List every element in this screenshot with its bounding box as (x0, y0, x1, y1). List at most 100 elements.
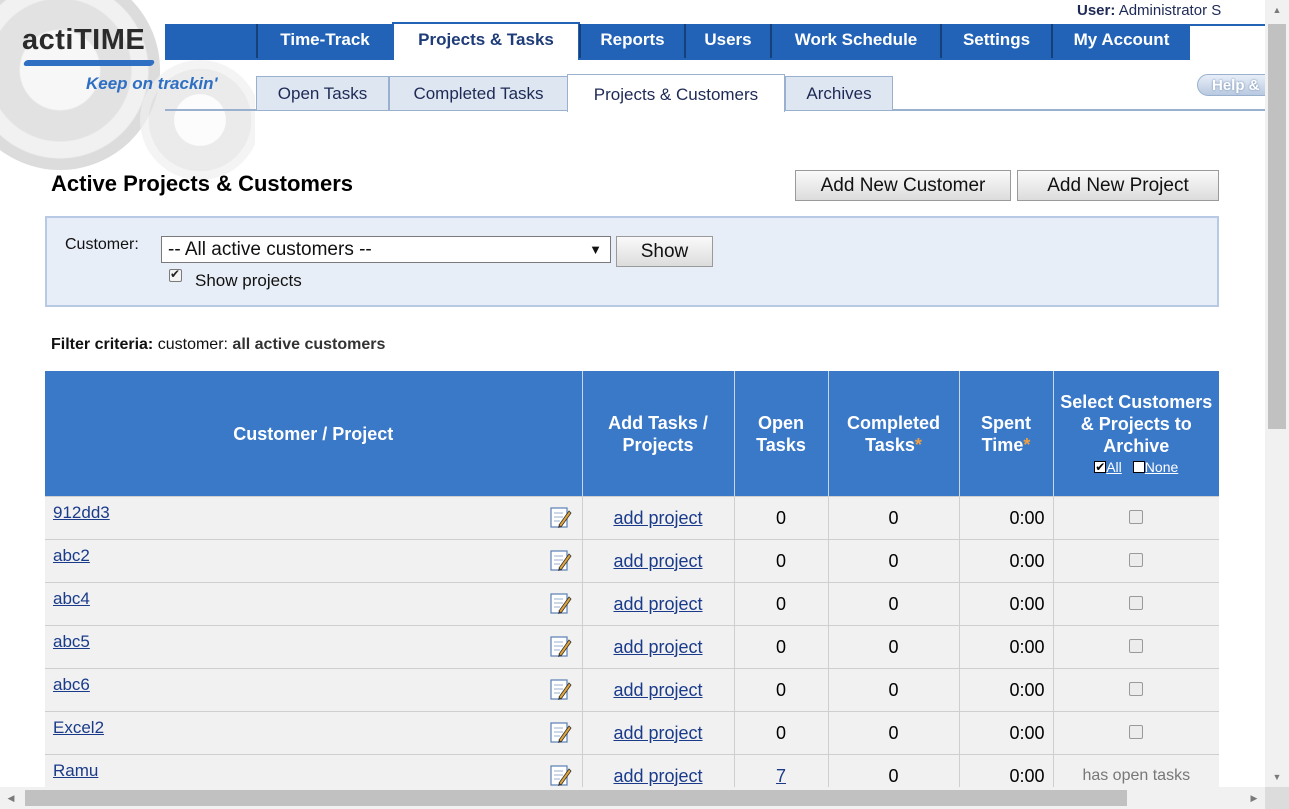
edit-icon[interactable] (549, 634, 572, 658)
customer-link[interactable]: 912dd3 (53, 503, 110, 523)
scroll-left-icon[interactable]: ◀ (0, 787, 22, 809)
scroll-up-icon[interactable]: ▲ (1265, 0, 1289, 20)
archive-checkbox[interactable] (1129, 595, 1144, 610)
edit-icon[interactable] (549, 505, 572, 529)
col-header-spent-time[interactable]: Spent Time* (958, 371, 1053, 497)
edit-icon[interactable] (549, 763, 572, 787)
customer-select[interactable]: -- All active customers -- ▼ (161, 236, 611, 263)
cell-archive (1052, 711, 1219, 755)
cell-completed-tasks: 0 (827, 668, 959, 712)
cell-archive (1052, 668, 1219, 712)
scroll-right-icon[interactable]: ▶ (1243, 787, 1265, 809)
archive-checkbox[interactable] (1129, 552, 1144, 567)
filter-criteria-label: Filter criteria: (51, 336, 154, 353)
customer-link[interactable]: abc5 (53, 632, 90, 652)
asterisk-note: * (914, 434, 922, 455)
cell-open-tasks: 0 (733, 496, 828, 540)
customer-link[interactable]: abc4 (53, 589, 90, 609)
cell-open-tasks: 0 (733, 668, 828, 712)
cell-completed-tasks: 0 (827, 496, 959, 540)
vertical-scrollbar[interactable]: ▲ ▼ (1265, 0, 1289, 787)
select-all-checkbox-icon[interactable] (1094, 458, 1107, 476)
nav-tab-my-account[interactable]: My Account (1051, 24, 1192, 58)
edit-icon[interactable] (549, 677, 572, 701)
add-new-customer-button[interactable]: Add New Customer (795, 170, 1011, 201)
cell-archive (1052, 625, 1219, 669)
subtab-projects-customers[interactable]: Projects & Customers (567, 74, 785, 112)
nav-tab-settings[interactable]: Settings (940, 24, 1051, 58)
show-projects-checkbox[interactable] (169, 267, 182, 282)
col-header-completed-tasks[interactable]: Completed Tasks* (827, 371, 959, 497)
col-header-label: Select Customers & Projects to Archive (1060, 392, 1213, 456)
spent-time-value: 0:00 (1009, 593, 1045, 614)
cell-customer: abc4 (45, 582, 582, 626)
table-row: Excel2 add project 0 0 0:00 (45, 711, 1219, 755)
page-title: Active Projects & Customers (51, 171, 353, 196)
cell-completed-tasks: 0 (827, 539, 959, 583)
nav-spacer (1190, 24, 1265, 60)
user-label: User: (1077, 2, 1116, 19)
completed-tasks-value: 0 (888, 550, 899, 571)
open-tasks-value: 0 (775, 550, 786, 571)
cell-archive (1052, 539, 1219, 583)
col-header-customer-project[interactable]: Customer / Project (45, 371, 582, 497)
archive-checkbox[interactable] (1129, 509, 1144, 524)
cell-add-project: add project (581, 496, 734, 540)
archive-checkbox[interactable] (1129, 638, 1144, 653)
archive-checkbox[interactable] (1129, 724, 1144, 739)
show-button[interactable]: Show (616, 236, 713, 267)
cell-archive (1052, 582, 1219, 626)
filter-criteria-value: all active customers (232, 336, 386, 353)
edit-icon[interactable] (549, 548, 572, 572)
nav-tab-work-schedule[interactable]: Work Schedule (770, 24, 940, 58)
add-project-link[interactable]: add project (613, 680, 702, 700)
cell-customer: abc6 (45, 668, 582, 712)
col-header-label: Add Tasks / Projects (608, 412, 708, 455)
add-project-link[interactable]: add project (613, 766, 702, 786)
edit-icon[interactable] (549, 720, 572, 744)
open-tasks-link[interactable]: 7 (776, 766, 786, 786)
cell-open-tasks: 0 (733, 539, 828, 583)
cell-spent-time: 0:00 (958, 496, 1053, 540)
open-tasks-value: 0 (775, 722, 786, 743)
nav-tab-projects-tasks[interactable]: Projects & Tasks (392, 22, 580, 60)
nav-tab-users[interactable]: Users (684, 24, 770, 58)
horizontal-scrollbar[interactable]: ◀ ▶ (0, 787, 1265, 809)
subtab-open-tasks[interactable]: Open Tasks (256, 76, 389, 110)
vertical-scroll-thumb[interactable] (1268, 24, 1286, 429)
scroll-down-icon[interactable]: ▼ (1265, 767, 1289, 787)
add-new-project-button[interactable]: Add New Project (1017, 170, 1219, 201)
scrollbar-corner (1265, 787, 1289, 809)
archive-checkbox[interactable] (1129, 681, 1144, 696)
col-header-open-tasks[interactable]: Open Tasks (733, 371, 828, 497)
spent-time-value: 0:00 (1009, 679, 1045, 700)
add-project-link[interactable]: add project (613, 594, 702, 614)
customer-link[interactable]: abc2 (53, 546, 90, 566)
table-row: abc6 add project 0 0 0:00 (45, 668, 1219, 712)
table-body: 912dd3 add project 0 0 0:00 abc2 add project 0 0… (45, 496, 1219, 797)
cell-open-tasks: 0 (733, 625, 828, 669)
horizontal-scroll-thumb[interactable] (25, 790, 1127, 806)
add-project-link[interactable]: add project (613, 723, 702, 743)
cell-spent-time: 0:00 (958, 668, 1053, 712)
subtab-completed-tasks[interactable]: Completed Tasks (389, 76, 568, 110)
select-all-link[interactable]: All (1106, 459, 1122, 475)
select-none-checkbox-icon[interactable] (1132, 461, 1145, 474)
edit-icon[interactable] (549, 591, 572, 615)
table-row: abc4 add project 0 0 0:00 (45, 582, 1219, 626)
cell-customer: Excel2 (45, 711, 582, 755)
cell-completed-tasks: 0 (827, 711, 959, 755)
open-tasks-value: 0 (775, 593, 786, 614)
spent-time-value: 0:00 (1009, 765, 1045, 786)
add-project-link[interactable]: add project (613, 551, 702, 571)
customer-link[interactable]: Excel2 (53, 718, 104, 738)
customer-link[interactable]: Ramu (53, 761, 98, 781)
customer-link[interactable]: abc6 (53, 675, 90, 695)
completed-tasks-value: 0 (888, 507, 899, 528)
add-project-link[interactable]: add project (613, 637, 702, 657)
add-project-link[interactable]: add project (613, 508, 702, 528)
subtab-archives[interactable]: Archives (785, 76, 893, 110)
nav-tab-time-track[interactable]: Time-Track (256, 24, 392, 58)
nav-tab-reports[interactable]: Reports (579, 24, 684, 58)
select-none-link[interactable]: None (1145, 459, 1178, 475)
